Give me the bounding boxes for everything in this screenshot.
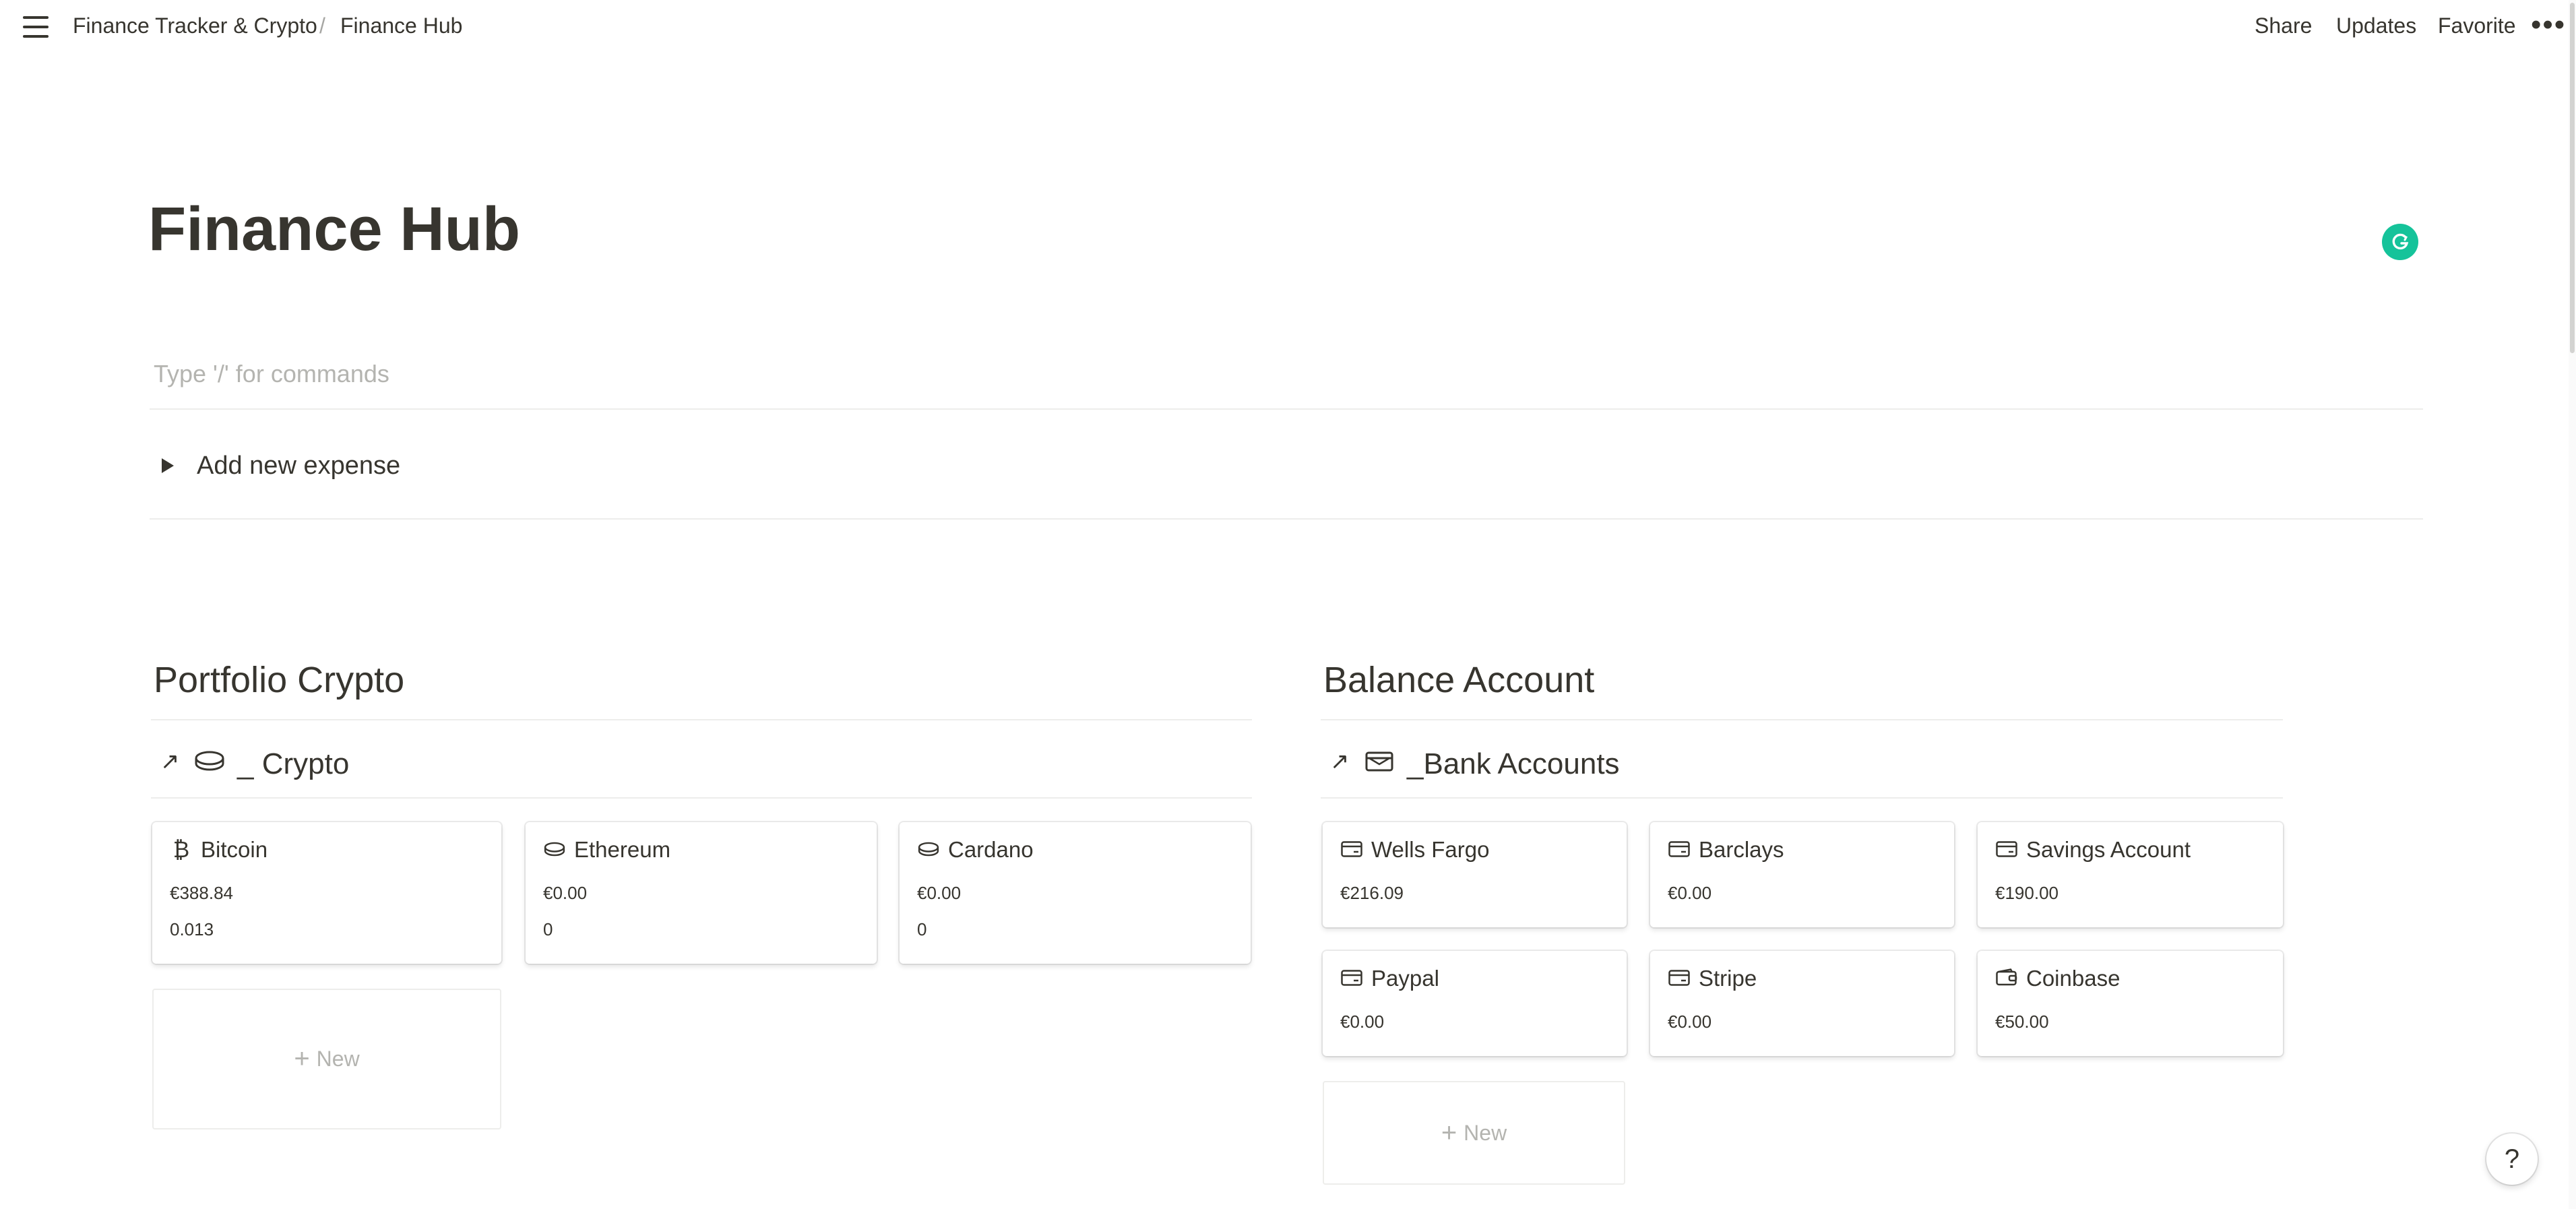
plus-icon: + — [1441, 1117, 1457, 1148]
card-title: Cardano — [917, 837, 1034, 863]
bank-card-wells-fargo[interactable]: Wells Fargo €216.09 — [1323, 822, 1627, 927]
card-name: Stripe — [1699, 966, 1757, 991]
card-title: Ethereum — [543, 837, 670, 863]
card-title: Stripe — [1668, 966, 1757, 991]
add-new-expense-toggle[interactable]: Add new expense — [197, 452, 400, 480]
crypto-card-ethereum[interactable]: Ethereum €0.00 0 — [526, 822, 877, 964]
more-options-icon[interactable]: ••• — [2531, 8, 2566, 42]
card-name: Cardano — [948, 837, 1034, 862]
card-value: €0.00 — [1340, 1012, 1385, 1032]
credit-card-icon — [1340, 966, 1363, 991]
credit-card-icon — [1668, 966, 1691, 991]
card-amount: 0.013 — [170, 919, 214, 939]
page-title: Finance Hub — [148, 195, 521, 264]
crypto-card-bitcoin[interactable]: ₿ Bitcoin €388.84 0.013 — [152, 822, 501, 964]
portfolio-crypto-heading: Portfolio Crypto — [154, 660, 405, 700]
bank-card-barclays[interactable]: Barclays €0.00 — [1650, 822, 1954, 927]
credit-card-icon — [1995, 837, 2018, 863]
card-value: €216.09 — [1340, 883, 1404, 903]
bank-card-savings-account[interactable]: Savings Account €190.00 — [1978, 822, 2283, 927]
balance-account-heading: Balance Account — [1323, 660, 1595, 700]
coin-icon — [543, 837, 566, 863]
menu-icon[interactable] — [23, 15, 50, 39]
divider — [1321, 797, 2283, 799]
card-value: €0.00 — [543, 883, 588, 903]
card-name: Barclays — [1699, 837, 1784, 862]
card-title: Wells Fargo — [1340, 837, 1489, 863]
bank-card-paypal[interactable]: Paypal €0.00 — [1323, 951, 1627, 1056]
crypto-card-cardano[interactable]: Cardano €0.00 0 — [900, 822, 1251, 964]
new-label: New — [316, 1047, 360, 1071]
top-bar: Finance Tracker & Crypto / Finance Hub S… — [0, 0, 2576, 55]
bank-card-icon — [1365, 751, 1393, 776]
command-placeholder[interactable]: Type '/' for commands — [154, 360, 389, 388]
divider — [150, 518, 2423, 520]
card-title: Paypal — [1340, 966, 1439, 991]
share-button[interactable]: Share — [2255, 13, 2312, 38]
card-value: €50.00 — [1995, 1012, 2049, 1032]
breadcrumb-current[interactable]: Finance Hub — [340, 13, 462, 38]
crypto-new-button[interactable]: + New — [152, 989, 501, 1129]
bank-accounts-database-title[interactable]: _Bank Accounts — [1407, 747, 1620, 781]
card-value: €190.00 — [1995, 883, 2059, 903]
divider — [1321, 719, 2283, 720]
bank-card-coinbase[interactable]: Coinbase €50.00 — [1978, 951, 2283, 1056]
card-name: Bitcoin — [201, 837, 268, 862]
coin-icon — [194, 749, 225, 776]
card-value: €0.00 — [1668, 1012, 1712, 1032]
card-title: Coinbase — [1995, 966, 2120, 991]
card-name: Paypal — [1371, 966, 1439, 991]
favorite-button[interactable]: Favorite — [2438, 13, 2516, 38]
grammarly-icon[interactable] — [2382, 224, 2418, 260]
linked-arrow-icon[interactable]: ↗ — [1330, 748, 1350, 775]
card-name: Coinbase — [2026, 966, 2121, 991]
bitcoin-icon: ₿ — [172, 837, 190, 862]
divider — [151, 719, 1252, 720]
bank-new-button[interactable]: + New — [1323, 1081, 1625, 1185]
card-title: ₿ Bitcoin — [170, 837, 268, 863]
card-amount: 0 — [543, 919, 553, 939]
scrollbar-thumb[interactable] — [2570, 3, 2575, 353]
divider — [150, 408, 2423, 410]
linked-arrow-icon[interactable]: ↗ — [160, 748, 180, 775]
new-label: New — [1464, 1120, 1507, 1145]
card-name: Ethereum — [574, 837, 671, 862]
card-value: €388.84 — [170, 883, 233, 903]
bank-card-stripe[interactable]: Stripe €0.00 — [1650, 951, 1954, 1056]
plus-icon: + — [294, 1044, 310, 1074]
breadcrumb-parent[interactable]: Finance Tracker & Crypto — [73, 13, 317, 38]
wallet-icon — [1995, 966, 2018, 991]
divider — [151, 797, 1252, 799]
toggle-triangle-icon[interactable] — [162, 458, 174, 473]
crypto-database-title[interactable]: _ Crypto — [237, 747, 349, 781]
credit-card-icon — [1340, 837, 1363, 863]
card-name: Savings Account — [2026, 837, 2191, 862]
updates-button[interactable]: Updates — [2336, 13, 2416, 38]
card-value: €0.00 — [917, 883, 962, 903]
card-amount: 0 — [917, 919, 927, 939]
help-button[interactable]: ? — [2486, 1134, 2538, 1185]
credit-card-icon — [1668, 837, 1691, 863]
card-value: €0.00 — [1668, 883, 1712, 903]
coin-icon — [917, 837, 940, 863]
breadcrumb-separator: / — [319, 13, 325, 38]
card-name: Wells Fargo — [1371, 837, 1490, 862]
card-title: Savings Account — [1995, 837, 2191, 863]
card-title: Barclays — [1668, 837, 1784, 863]
